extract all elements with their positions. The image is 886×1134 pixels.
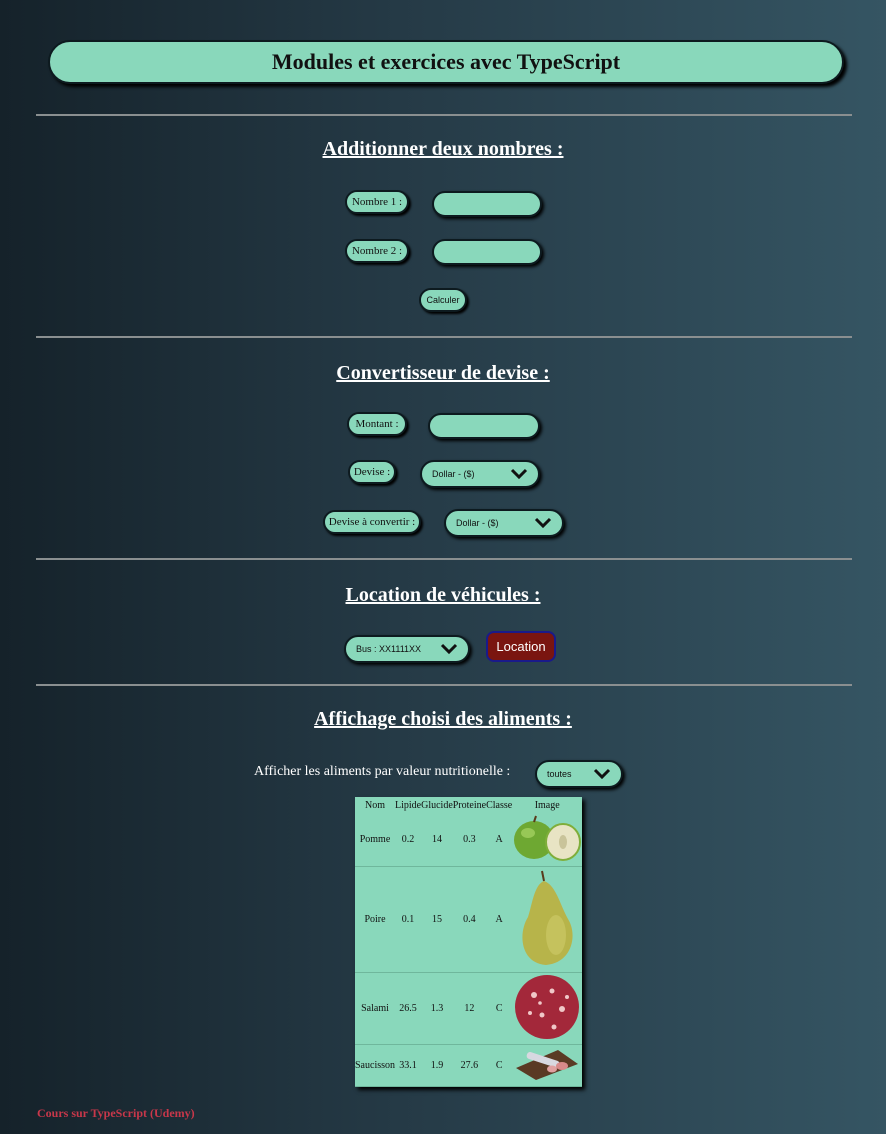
target-currency-select[interactable]: Dollar - ($) <box>444 509 564 537</box>
divider <box>36 336 852 338</box>
currency-label: Devise : <box>348 460 396 484</box>
column-header: Lipide <box>395 799 422 811</box>
divider <box>36 684 852 686</box>
table-row: Salami 26.5 1.3 12 C <box>355 972 583 1045</box>
nutrition-filter-select[interactable]: toutes <box>535 760 623 788</box>
number1-label: Nombre 1 : <box>345 190 409 214</box>
amount-label: Montant : <box>347 412 407 436</box>
food-classe: C <box>486 972 513 1045</box>
column-header: Nom <box>365 799 385 811</box>
divider <box>36 558 852 560</box>
number2-label: Nombre 2 : <box>345 239 409 263</box>
food-proteine: 0.3 <box>452 813 487 867</box>
food-glucide: 1.9 <box>421 1044 453 1087</box>
salami-image <box>512 972 583 1045</box>
food-glucide: 1.3 <box>421 972 453 1045</box>
target-currency-selected-value: Dollar - ($) <box>456 518 499 528</box>
calculate-button[interactable]: Calculer <box>419 288 467 312</box>
table-row: Saucisson 33.1 1.9 27.6 C <box>355 1044 583 1087</box>
table-row: Poire 0.1 15 0.4 A <box>355 866 583 973</box>
footer-credit: Cours sur TypeScript (Udemy) <box>37 1106 195 1120</box>
chevron-down-icon <box>510 468 528 480</box>
pear-image <box>512 866 583 973</box>
currency-selected-value: Dollar - ($) <box>432 469 475 479</box>
number1-input[interactable] <box>432 191 542 217</box>
food-classe: A <box>486 813 513 867</box>
location-button[interactable]: Location <box>486 631 556 662</box>
food-classe: A <box>486 866 513 973</box>
food-classe: C <box>486 1044 513 1087</box>
table-row: Pomme 0.2 14 0.3 A <box>355 813 583 867</box>
food-name: Saucisson <box>355 1044 395 1087</box>
foods-table: Nom Lipide Glucide Proteine Classe Image… <box>355 797 583 1087</box>
currency-select[interactable]: Dollar - ($) <box>420 460 540 488</box>
food-lipide: 0.1 <box>395 866 422 973</box>
amount-input[interactable] <box>428 413 540 439</box>
chevron-down-icon <box>534 517 552 529</box>
filter-label: Afficher les aliments par valeur nutriti… <box>254 764 511 779</box>
food-glucide: 14 <box>421 813 453 867</box>
column-header: Proteine <box>452 799 487 811</box>
rental-title: Location de véhicules : <box>345 584 541 606</box>
saucisson-image <box>512 1044 583 1087</box>
page-title: Modules et exercices avec TypeScript <box>48 40 844 84</box>
food-proteine: 27.6 <box>452 1044 487 1087</box>
column-header: Classe <box>486 799 513 811</box>
foods-title: Affichage choisi des aliments : <box>314 708 572 730</box>
converter-title: Convertisseur de devise : <box>336 362 550 384</box>
filter-selected-value: toutes <box>547 769 572 779</box>
table-header-row: Nom Lipide Glucide Proteine Classe Image <box>355 797 582 813</box>
food-glucide: 15 <box>421 866 453 973</box>
number2-input[interactable] <box>432 239 542 265</box>
food-name: Salami <box>355 972 395 1045</box>
food-lipide: 33.1 <box>395 1044 422 1087</box>
food-name: Poire <box>355 866 395 973</box>
vehicle-select[interactable]: Bus : XX1111XX <box>344 635 470 663</box>
addition-title: Additionner deux nombres : <box>322 138 564 160</box>
apple-image <box>512 813 583 867</box>
food-proteine: 0.4 <box>452 866 487 973</box>
column-header: Image <box>534 799 560 811</box>
food-proteine: 12 <box>452 972 487 1045</box>
column-header: Glucide <box>421 799 453 811</box>
food-lipide: 26.5 <box>395 972 422 1045</box>
food-lipide: 0.2 <box>395 813 422 867</box>
chevron-down-icon <box>440 643 458 655</box>
target-currency-label: Devise à convertir : <box>323 510 421 534</box>
vehicle-selected-value: Bus : XX1111XX <box>356 644 422 654</box>
food-name: Pomme <box>355 813 395 867</box>
divider <box>36 114 852 116</box>
chevron-down-icon <box>593 768 611 780</box>
